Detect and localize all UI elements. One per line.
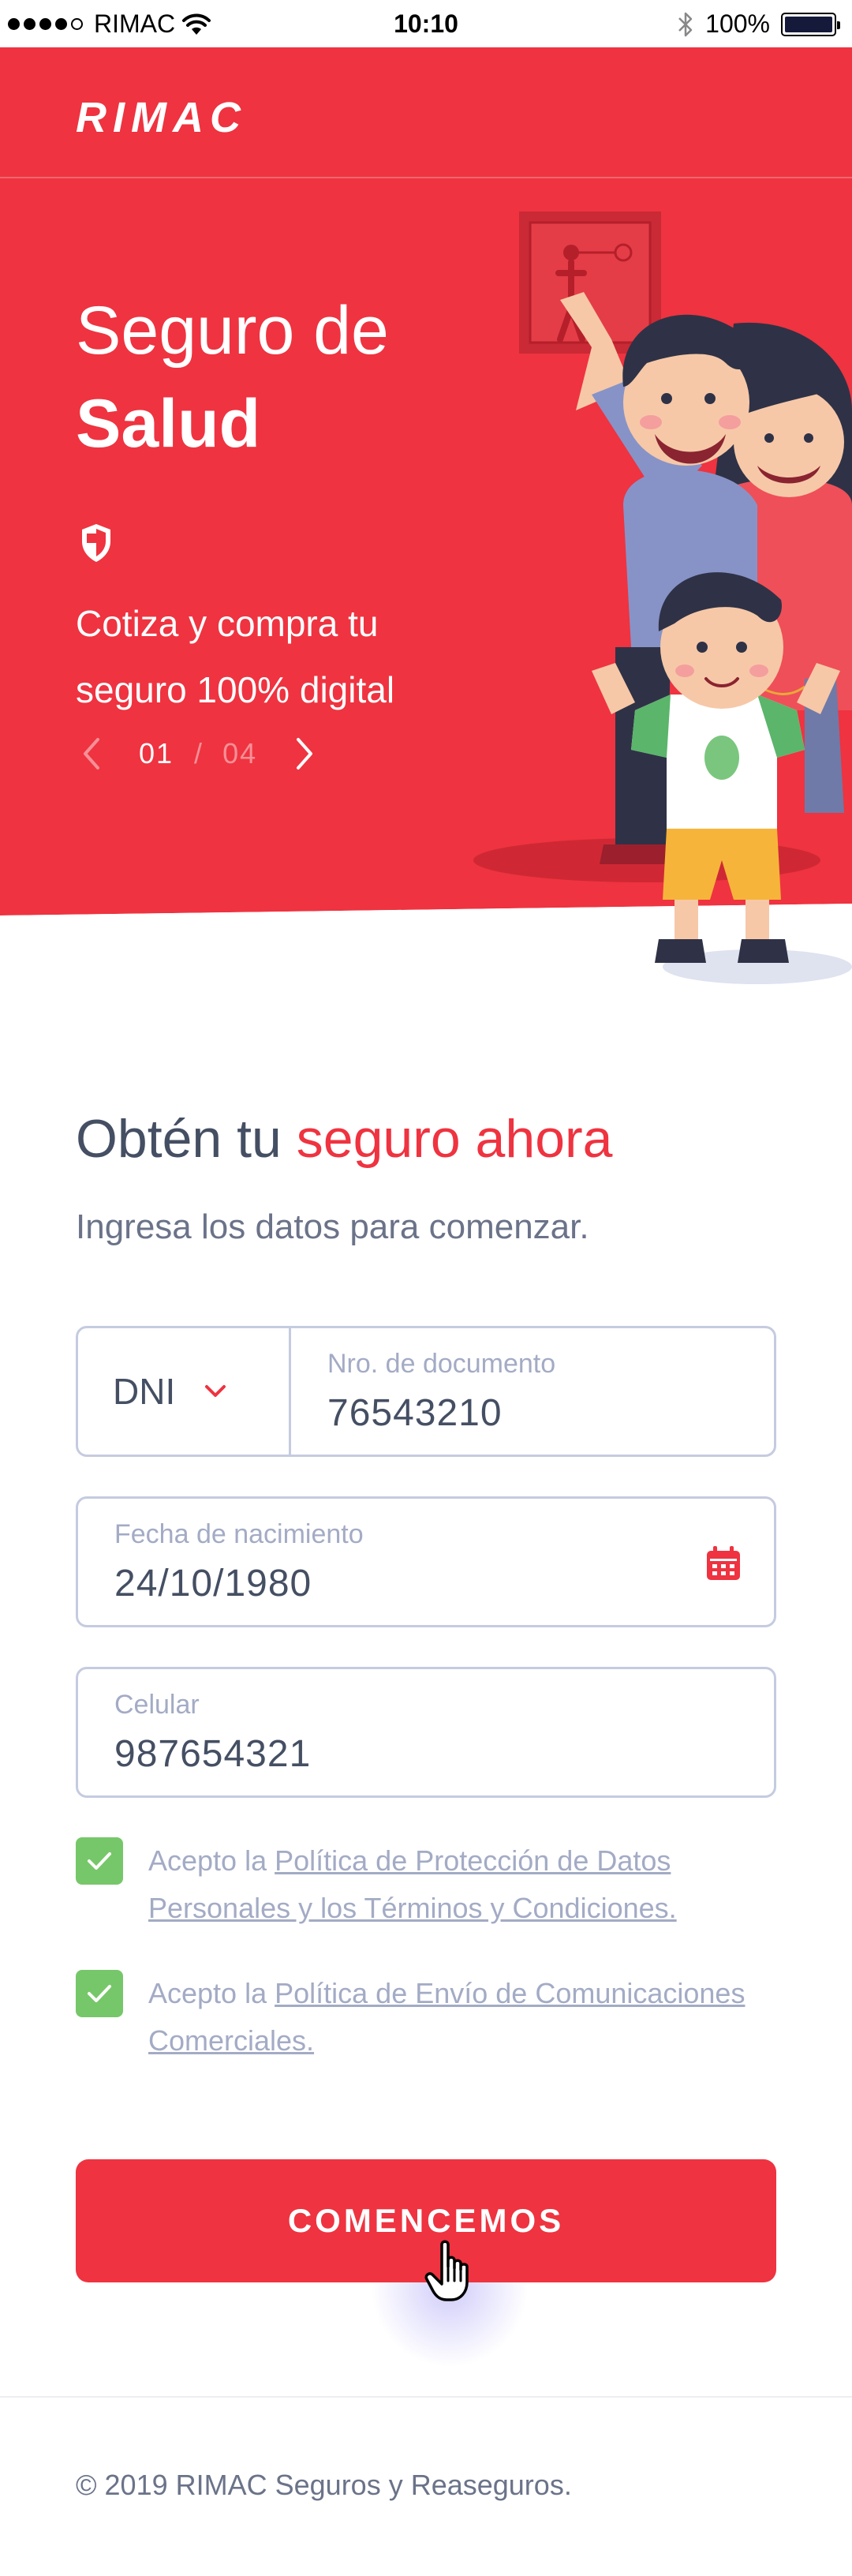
app-header: RIMAC <box>0 47 852 178</box>
footer-divider <box>0 2396 852 2398</box>
birthdate-label: Fecha de nacimiento <box>114 1519 364 1549</box>
consent-prefix: Acepto la <box>148 1844 275 1877</box>
phone-label: Celular <box>114 1690 200 1720</box>
hero-slider-controls: 01 / 04 <box>76 732 320 775</box>
hero-title-line2: Salud <box>76 386 261 462</box>
consent-communications: Acepto la Política de Envío de Comunicac… <box>76 1970 776 2065</box>
form-title-accent: seguro ahora <box>296 1109 613 1169</box>
bluetooth-icon <box>678 12 693 36</box>
document-number-label: Nro. de documento <box>327 1349 556 1379</box>
slider-current-page: 01 <box>139 737 174 769</box>
footer-copyright: © 2019 RIMAC Seguros y Reaseguros. <box>76 2469 572 2501</box>
slider-prev-button[interactable] <box>76 732 107 775</box>
document-type-value: DNI <box>113 1371 176 1412</box>
checkmark-icon <box>88 1852 111 1870</box>
phone-input[interactable]: Celular 987654321 <box>76 1667 776 1798</box>
document-type-select[interactable]: DNI <box>78 1328 291 1455</box>
document-number-value: 76543210 <box>327 1392 503 1434</box>
shield-icon <box>82 524 110 562</box>
document-field-group: DNI Nro. de documento 76543210 <box>76 1326 776 1457</box>
form-title-prefix: Obtén tu <box>76 1109 297 1169</box>
document-number-input[interactable]: Nro. de documento 76543210 <box>291 1328 774 1455</box>
chevron-left-icon <box>84 738 99 769</box>
calendar-icon[interactable] <box>704 1544 742 1582</box>
checkmark-icon <box>88 1985 111 2002</box>
family-illustration <box>473 212 852 984</box>
battery-icon <box>781 12 840 36</box>
consent-data-protection-text: Acepto la Política de Protección de Dato… <box>148 1837 776 1932</box>
slider-separator: / <box>194 737 203 769</box>
status-bar: RIMAC 10:10 100% <box>0 0 852 47</box>
birthdate-input[interactable]: Fecha de nacimiento 24/10/1980 <box>76 1496 776 1627</box>
chevron-down-icon <box>205 1385 226 1397</box>
hero-subtitle: Cotiza y compra tu seguro 100% digital <box>76 603 395 710</box>
form-title: Obtén tu seguro ahora <box>76 1108 612 1170</box>
consent-communications-text: Acepto la Política de Envío de Comunicac… <box>148 1970 776 2065</box>
rimac-logo[interactable]: RIMAC <box>76 93 247 142</box>
hero-title: Seguro de Salud <box>76 284 389 470</box>
form-subtitle: Ingresa los datos para comenzar. <box>76 1208 589 1246</box>
hero-title-line1: Seguro de <box>76 293 389 369</box>
consent-prefix: Acepto la <box>148 1977 275 2009</box>
hand-cursor-icon <box>424 2240 469 2301</box>
consent-communications-checkbox[interactable] <box>76 1970 123 2017</box>
battery-percent: 100% <box>705 9 770 38</box>
chevron-right-icon <box>297 738 313 769</box>
birthdate-value: 24/10/1980 <box>114 1563 312 1604</box>
slider-next-button[interactable] <box>289 732 320 775</box>
slider-total-pages: 04 <box>222 737 258 769</box>
phone-value: 987654321 <box>114 1733 312 1775</box>
consent-data-protection: Acepto la Política de Protección de Dato… <box>76 1837 776 1932</box>
consent-data-protection-checkbox[interactable] <box>76 1837 123 1885</box>
